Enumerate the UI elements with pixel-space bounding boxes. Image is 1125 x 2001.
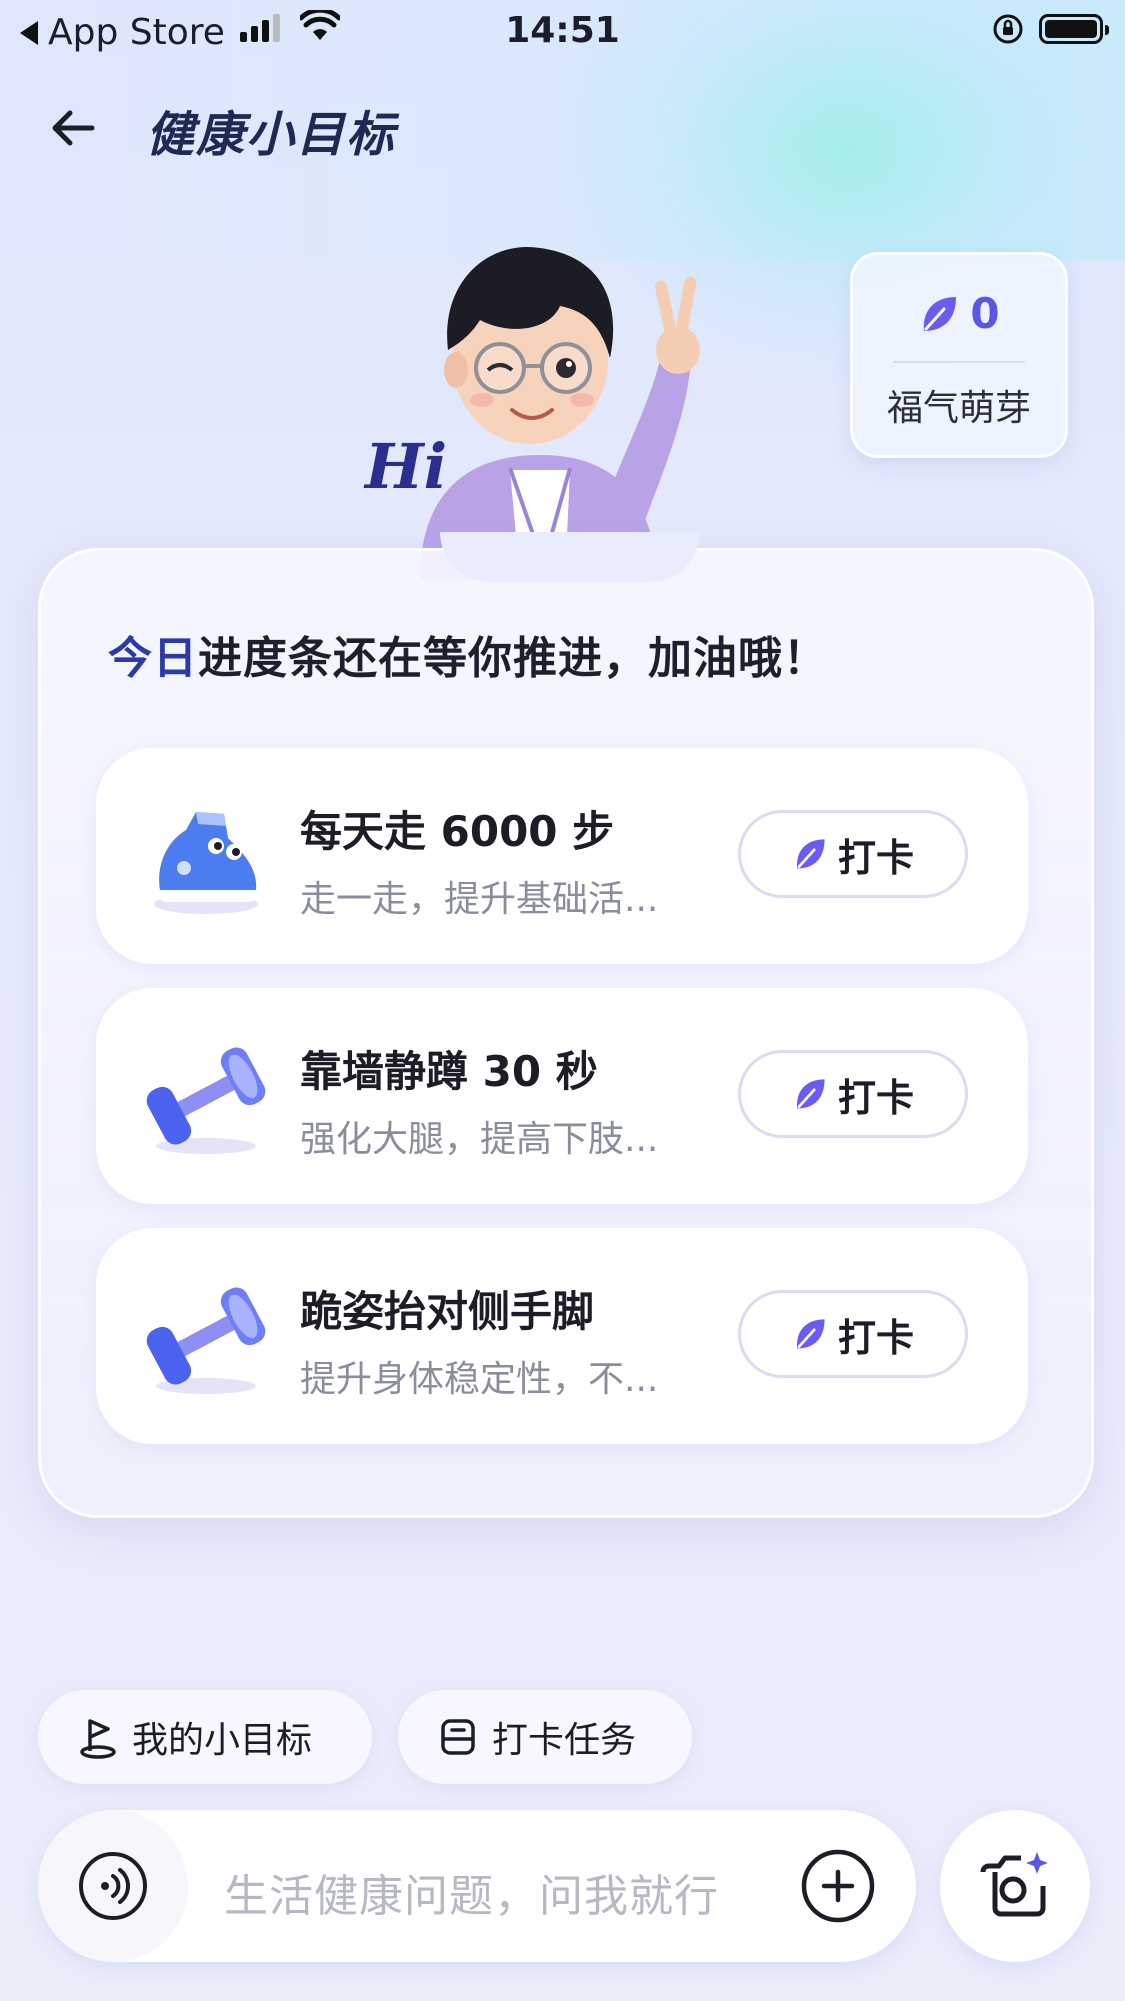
checkin-button[interactable]: 打卡 xyxy=(738,1290,968,1378)
rotation-lock-icon xyxy=(993,14,1023,44)
task-description: 提升身体稳定性，不... xyxy=(300,1359,659,1400)
my-goals-chip[interactable]: 我的小目标 xyxy=(38,1690,372,1784)
leaf-icon xyxy=(924,296,957,331)
status-time: 14:51 xyxy=(505,10,620,51)
checkin-button[interactable]: 打卡 xyxy=(738,1050,968,1138)
chat-input-bar[interactable]: 生活健康问题，问我就行 xyxy=(38,1810,916,1962)
task-card-walk[interactable]: 每天走 6000 步 走一走，提升基础活... 打卡 xyxy=(96,748,1028,964)
back-arrow-icon[interactable] xyxy=(44,98,104,158)
sneaker-icon xyxy=(154,812,258,914)
card-notch xyxy=(440,532,700,582)
task-description: 强化大腿，提高下肢... xyxy=(300,1119,659,1160)
checkin-tasks-chip-label: 打卡任务 xyxy=(492,1720,637,1761)
hi-greeting-logo: Hi xyxy=(365,430,448,503)
voice-input-button[interactable] xyxy=(38,1810,188,1962)
my-goals-chip-label: 我的小目标 xyxy=(132,1720,313,1761)
checkin-button-label: 打卡 xyxy=(837,835,914,880)
leaf-icon xyxy=(796,839,825,869)
chat-input-placeholder[interactable]: 生活健康问题，问我就行 xyxy=(224,1860,719,1924)
plus-icon[interactable] xyxy=(800,1848,876,1924)
headline-accent: 今日 xyxy=(108,633,198,684)
task-title: 跪姿抬对侧手脚 xyxy=(300,1287,595,1336)
cartoon-boy-avatar xyxy=(420,246,700,580)
status-bar: App Store 14:51 xyxy=(0,0,1125,60)
task-box-icon xyxy=(441,1719,475,1755)
card-headline: 今日进度条还在等你推进，加油哦！ xyxy=(108,622,828,686)
checkin-button-label: 打卡 xyxy=(837,1075,914,1120)
fortune-count: 0 xyxy=(970,289,1000,338)
checkin-button[interactable]: 打卡 xyxy=(738,810,968,898)
task-title: 每天走 6000 步 xyxy=(300,807,615,856)
task-description: 走一走，提升基础活... xyxy=(300,879,659,920)
checkin-tasks-chip[interactable]: 打卡任务 xyxy=(398,1690,692,1784)
battery-icon xyxy=(1039,14,1109,44)
camera-button[interactable] xyxy=(940,1810,1090,1962)
camera-sparkle-icon xyxy=(980,1852,1048,1917)
fortune-divider xyxy=(893,361,1025,363)
page-title: 健康小目标 xyxy=(146,107,397,163)
fortune-label: 福气萌芽 xyxy=(886,388,1031,429)
dumbbell-icon xyxy=(146,1047,266,1154)
leaf-icon xyxy=(796,1319,825,1349)
task-card-wall-squat[interactable]: 靠墙静蹲 30 秒 强化大腿，提高下肢... 打卡 xyxy=(96,988,1028,1204)
task-title: 靠墙静蹲 30 秒 xyxy=(300,1047,598,1096)
dumbbell-icon xyxy=(146,1287,266,1394)
voice-icon xyxy=(79,1852,147,1920)
fortune-sprout-card[interactable]: 0 福气萌芽 xyxy=(850,252,1068,458)
flag-icon xyxy=(80,1719,116,1759)
task-card-kneeling-raise[interactable]: 跪姿抬对侧手脚 提升身体稳定性，不... 打卡 xyxy=(96,1228,1028,1444)
checkin-button-label: 打卡 xyxy=(837,1315,914,1360)
headline-text: 进度条还在等你推进，加油哦！ xyxy=(198,633,828,684)
leaf-icon xyxy=(796,1079,825,1109)
